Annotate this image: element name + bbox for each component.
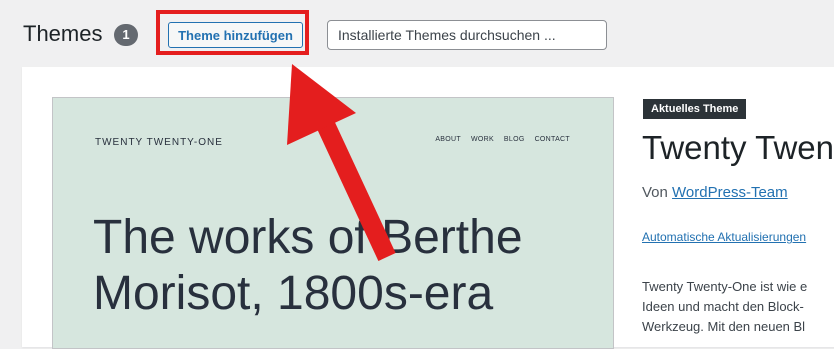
screenshot-nav: ABOUT WORK BLOG CONTACT: [435, 136, 570, 143]
screenshot-nav-blog: BLOG: [503, 136, 525, 143]
screenshot-headline-line: Morisot, 1800s-era: [93, 267, 494, 320]
add-theme-button[interactable]: Theme hinzufügen: [168, 22, 303, 48]
screenshot-site-title: TWENTY TWENTY-ONE: [95, 137, 223, 148]
author-prefix: Von: [642, 184, 668, 201]
screenshot-nav-contact: CONTACT: [534, 136, 570, 143]
search-themes-input[interactable]: [327, 20, 607, 50]
page-title: Themes: [23, 21, 103, 46]
theme-screenshot: TWENTY TWENTY-ONE ABOUT WORK BLOG CONTAC…: [52, 97, 614, 349]
auto-update-link[interactable]: Automatische Aktualisierungen: [642, 230, 806, 244]
screenshot-nav-work: WORK: [470, 136, 494, 143]
screenshot-headline-line: The works of Berthe: [93, 211, 523, 264]
current-theme-badge: Aktuelles Theme: [643, 99, 747, 119]
theme-name: Twenty Twenty-: [642, 129, 834, 166]
author-link[interactable]: WordPress-Team: [672, 184, 788, 201]
theme-author: Von WordPress-Team: [642, 184, 788, 201]
description-line: Ideen und macht den Block-: [642, 299, 804, 314]
description-line: Werkzeug. Mit den neuen Bl: [642, 319, 806, 334]
screenshot-nav-about: ABOUT: [435, 136, 461, 143]
screenshot-headline: The works of Berthe Morisot, 1800s-era: [93, 210, 613, 322]
theme-count-badge: 1: [114, 24, 138, 46]
theme-description: Twenty Twenty-One ist wie e Ideen und ma…: [642, 277, 834, 337]
description-line: Twenty Twenty-One ist wie e: [642, 279, 808, 294]
